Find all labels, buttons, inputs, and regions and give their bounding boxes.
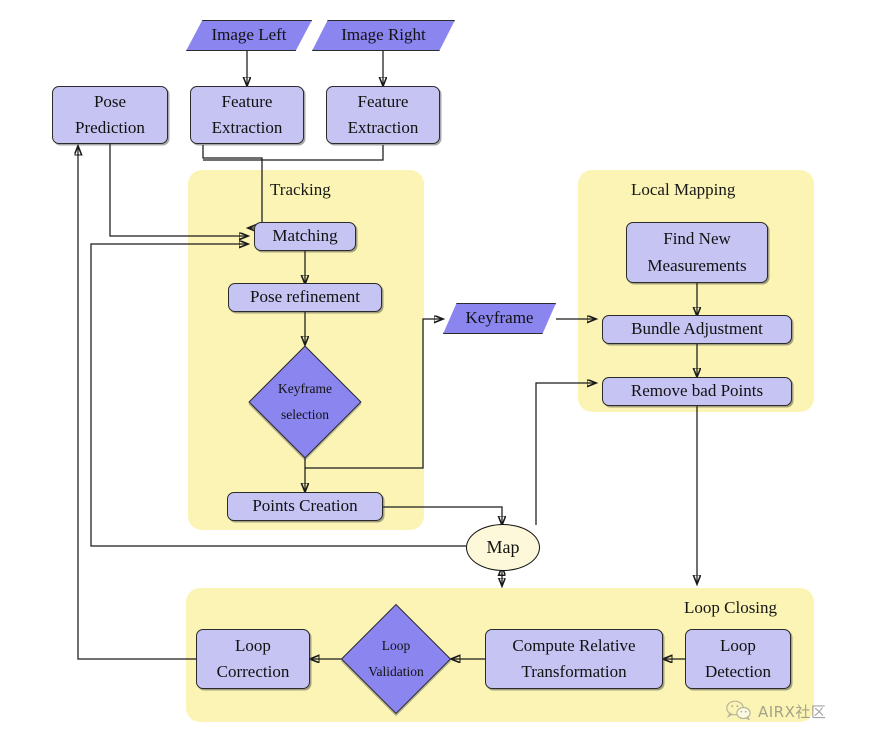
node-label: Image Left — [211, 25, 287, 45]
node-feature-extraction-right[interactable]: Feature Extraction — [326, 86, 440, 144]
node-loop-detection[interactable]: Loop Detection — [685, 629, 791, 689]
node-label-line2: Prediction — [75, 118, 145, 137]
node-image-right[interactable]: Image Right — [312, 20, 455, 51]
node-label-line2: Extraction — [347, 118, 419, 137]
node-label: Remove bad Points — [630, 381, 764, 401]
node-keyframe-selection-label: Keyframe selection — [249, 368, 361, 436]
node-label-line2: Validation — [368, 664, 424, 679]
node-label-line2: Detection — [704, 662, 772, 681]
node-points-creation[interactable]: Points Creation — [227, 492, 383, 521]
node-label-line1: Find New — [663, 229, 731, 249]
node-label-line2: Correction — [216, 662, 290, 681]
node-find-new-measurements[interactable]: Find New Measurements — [626, 222, 768, 283]
watermark-text: AIRX社区 — [758, 702, 827, 721]
node-label-line1: Loop — [235, 635, 271, 655]
node-label-line1: Compute Relative — [512, 635, 636, 655]
watermark: AIRX社区 — [726, 700, 826, 722]
node-map[interactable]: Map — [466, 524, 540, 571]
node-loop-validation-label: Loop Validation — [341, 626, 451, 692]
node-bundle-adjustment[interactable]: Bundle Adjustment — [602, 315, 792, 344]
node-keyframe[interactable]: Keyframe — [443, 303, 556, 334]
node-compute-relative-transformation[interactable]: Compute Relative Transformation — [485, 629, 663, 689]
flowchart-canvas: Tracking Local Mapping Loop Closing Imag… — [0, 0, 880, 752]
node-remove-bad-points[interactable]: Remove bad Points — [602, 377, 792, 406]
wechat-icon — [726, 700, 751, 721]
node-loop-correction[interactable]: Loop Correction — [196, 629, 310, 689]
node-label: Image Right — [341, 25, 426, 45]
node-label: Points Creation — [252, 496, 358, 516]
node-label-line1: Feature — [357, 91, 409, 111]
node-feature-extraction-left[interactable]: Feature Extraction — [190, 86, 304, 144]
node-label: Map — [486, 537, 520, 557]
node-label: Bundle Adjustment — [631, 319, 763, 339]
node-label-line2: Extraction — [211, 118, 283, 137]
node-image-left[interactable]: Image Left — [186, 20, 312, 51]
node-label-line1: Keyframe — [278, 381, 332, 397]
node-label-line2: selection — [281, 407, 329, 422]
node-label-line1: Feature — [221, 91, 273, 111]
node-label-line2: Measurements — [647, 255, 747, 275]
node-pose-prediction[interactable]: Pose Prediction — [52, 86, 168, 144]
node-label-line1: Loop — [381, 638, 411, 654]
node-label-line1: Pose — [93, 91, 127, 111]
node-label-line2: Transformation — [521, 662, 627, 681]
node-matching[interactable]: Matching — [254, 222, 356, 251]
node-label: Matching — [272, 226, 338, 246]
node-label-line1: Loop — [720, 635, 756, 655]
node-label: Keyframe — [465, 308, 534, 328]
node-pose-refinement[interactable]: Pose refinement — [228, 283, 382, 312]
node-label: Pose refinement — [250, 287, 360, 307]
